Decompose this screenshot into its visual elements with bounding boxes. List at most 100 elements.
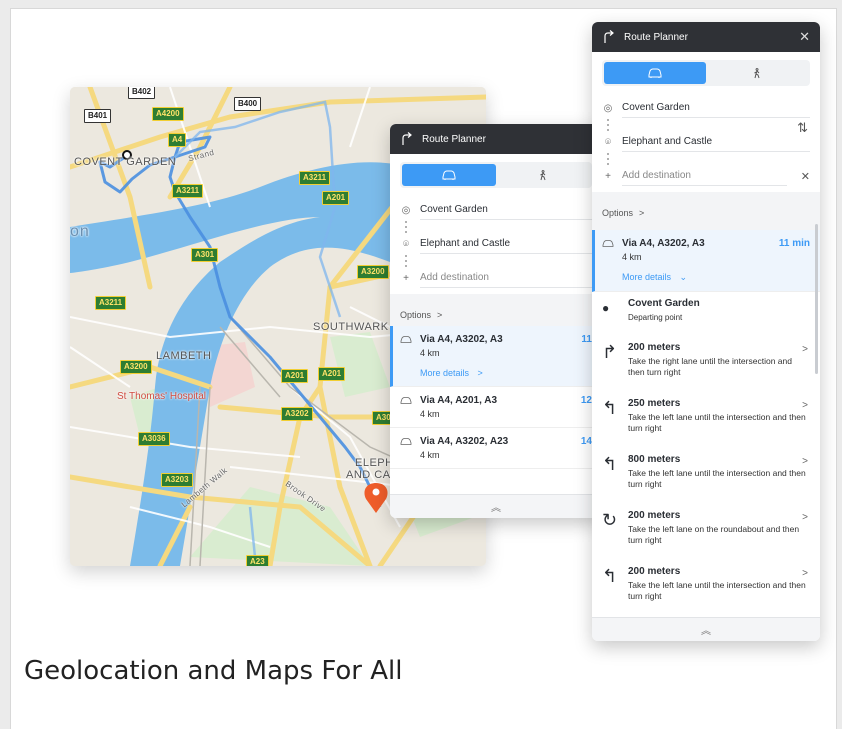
route-name: Via A4, A3202, A3 bbox=[420, 334, 503, 345]
chevron-up-icon: ︽ bbox=[701, 626, 711, 637]
close-icon[interactable]: ✕ bbox=[799, 29, 810, 45]
car-icon bbox=[442, 170, 456, 180]
plus-icon: + bbox=[605, 170, 611, 182]
car-icon bbox=[400, 438, 412, 445]
origin-input[interactable]: Covent Garden bbox=[622, 99, 810, 118]
step-distance: 200 meters bbox=[628, 566, 681, 577]
add-destination-input[interactable]: Add destination bbox=[420, 269, 592, 288]
add-destination-input[interactable]: Add destination bbox=[622, 167, 787, 186]
destination-row[interactable]: ⌾ Elephant and Castle bbox=[400, 234, 592, 254]
chevron-right-icon: > bbox=[802, 512, 808, 523]
stop-connector bbox=[400, 220, 412, 234]
road-label: A3211 bbox=[172, 184, 204, 198]
road-label: A3211 bbox=[299, 171, 331, 185]
route-distance: 4 km bbox=[420, 450, 440, 460]
options-label: Options bbox=[602, 208, 634, 218]
route-option-active[interactable]: Via A4, A3202, A3 11 min 4 km More detai… bbox=[592, 230, 820, 292]
stop-list: ◎ Covent Garden ⌾ Elephant and Castle + … bbox=[592, 94, 820, 192]
road-label: A3200 bbox=[357, 265, 389, 279]
direction-step[interactable]: ● Covent Garden Departing point bbox=[592, 292, 820, 336]
car-mode-button[interactable] bbox=[402, 164, 496, 186]
chevron-right-icon: > bbox=[802, 344, 808, 355]
road-label: A3211 bbox=[95, 296, 127, 310]
stop-connector bbox=[602, 118, 614, 132]
stop-connector bbox=[400, 254, 412, 268]
route-time: 12 bbox=[580, 395, 592, 406]
step-distance: 200 meters bbox=[628, 342, 681, 353]
plus-icon: + bbox=[403, 272, 409, 284]
step-description: Take the left lane on the roundabout and… bbox=[628, 524, 800, 545]
collapse-button[interactable]: ︽ bbox=[592, 617, 820, 641]
divider bbox=[592, 192, 820, 202]
options-label: Options bbox=[400, 310, 432, 320]
remove-destination-icon[interactable]: ✕ bbox=[801, 170, 810, 183]
walk-icon bbox=[540, 170, 546, 181]
step-distance: Covent Garden bbox=[628, 298, 700, 309]
car-icon bbox=[648, 68, 662, 78]
step-body: 250 meters Take the left lane until the i… bbox=[628, 398, 810, 442]
step-body: 800 meters Take the left lane until the i… bbox=[628, 454, 810, 498]
step-description: Take the left lane until the intersectio… bbox=[628, 412, 806, 433]
options-toggle[interactable]: Options > bbox=[592, 202, 820, 224]
route-option[interactable]: Via A4, A3202, A23 14 4 km bbox=[390, 428, 602, 469]
swap-stops-icon[interactable]: ⇅ bbox=[797, 120, 808, 136]
route-option[interactable]: Via A4, A201, A3 12 4 km bbox=[390, 387, 602, 428]
road-label: A3200 bbox=[120, 360, 152, 374]
direction-step[interactable]: ↰ 250 meters Take the left lane until the … bbox=[592, 392, 820, 448]
walk-mode-button[interactable] bbox=[706, 62, 808, 84]
more-details-link[interactable]: More details > bbox=[420, 368, 592, 378]
road-label: A201 bbox=[318, 367, 346, 381]
route-time: 11 min bbox=[778, 238, 810, 249]
car-icon bbox=[400, 336, 412, 343]
step-description: Take the right lane until the intersecti… bbox=[628, 356, 792, 377]
collapse-button[interactable]: ︽ bbox=[390, 494, 602, 518]
origin-row[interactable]: ◎ Covent Garden bbox=[400, 200, 592, 220]
turn-left-icon: ↰ bbox=[602, 566, 618, 586]
chevron-down-icon: ⌄ bbox=[679, 272, 688, 282]
more-details-label: More details bbox=[420, 368, 470, 378]
route-option-active[interactable]: Via A4, A3202, A3 11 4 km More details > bbox=[390, 326, 602, 387]
step-distance: 800 meters bbox=[628, 454, 681, 465]
options-toggle[interactable]: Options > bbox=[390, 304, 602, 326]
travel-mode-toggle bbox=[602, 60, 810, 86]
destination-input[interactable]: Elephant and Castle bbox=[420, 235, 592, 254]
direction-step[interactable]: ↰ 200 meters Take the left lane until the … bbox=[592, 560, 820, 616]
route-name: Via A4, A201, A3 bbox=[420, 395, 498, 406]
step-body: 200 meters Take the left lane on the roun… bbox=[628, 510, 810, 554]
chevron-right-icon: > bbox=[639, 208, 645, 218]
car-mode-button[interactable] bbox=[604, 62, 706, 84]
chevron-right-icon: > bbox=[802, 456, 808, 467]
panel-title: Route Planner bbox=[422, 133, 486, 145]
poi-label: St Thomas' Hospital bbox=[117, 391, 206, 402]
water-label: on bbox=[70, 223, 90, 240]
roundabout-icon: ↻ bbox=[602, 510, 618, 530]
walk-mode-button[interactable] bbox=[496, 164, 590, 186]
more-details-link[interactable]: More details ⌄ bbox=[622, 272, 810, 283]
chevron-right-icon: > bbox=[802, 568, 808, 579]
step-description: Take the left lane until the intersectio… bbox=[628, 580, 806, 601]
scrollbar[interactable] bbox=[815, 224, 818, 374]
route-distance: 4 km bbox=[420, 409, 440, 419]
direction-steps: ● Covent Garden Departing point ↱ 200 meters… bbox=[592, 292, 820, 616]
destination-input[interactable]: Elephant and Castle bbox=[622, 133, 810, 152]
direction-step[interactable]: ↰ 800 meters Take the left lane until the … bbox=[592, 448, 820, 504]
car-icon bbox=[602, 240, 614, 247]
step-body: Covent Garden Departing point bbox=[628, 298, 810, 330]
place-label: COVENT GARDEN bbox=[74, 156, 177, 168]
road-label: A301 bbox=[191, 248, 219, 262]
step-description: Take the left lane until the intersectio… bbox=[628, 468, 806, 489]
direction-step[interactable]: ↱ 200 meters Take the right lane until the… bbox=[592, 336, 820, 392]
route-planner-panel: Route Planner ✕ ◎ Covent Garden ⌾ Elepha… bbox=[592, 22, 820, 641]
destination-row[interactable]: ⌾ Elephant and Castle bbox=[602, 132, 810, 152]
add-destination-row[interactable]: + Add destination bbox=[400, 268, 592, 288]
route-name: Via A4, A3202, A23 bbox=[420, 436, 509, 447]
origin-input[interactable]: Covent Garden bbox=[420, 201, 592, 220]
origin-icon: ◎ bbox=[603, 102, 613, 114]
page-headline: Geolocation and Maps For All bbox=[24, 656, 403, 686]
origin-row[interactable]: ◎ Covent Garden bbox=[602, 98, 810, 118]
step-distance: 250 meters bbox=[628, 398, 681, 409]
road-label: A4200 bbox=[152, 107, 184, 121]
pin-icon: ⌾ bbox=[403, 238, 409, 250]
direction-step[interactable]: ↻ 200 meters Take the left lane on the rou… bbox=[592, 504, 820, 560]
add-destination-row[interactable]: + Add destination ✕ bbox=[602, 166, 810, 186]
